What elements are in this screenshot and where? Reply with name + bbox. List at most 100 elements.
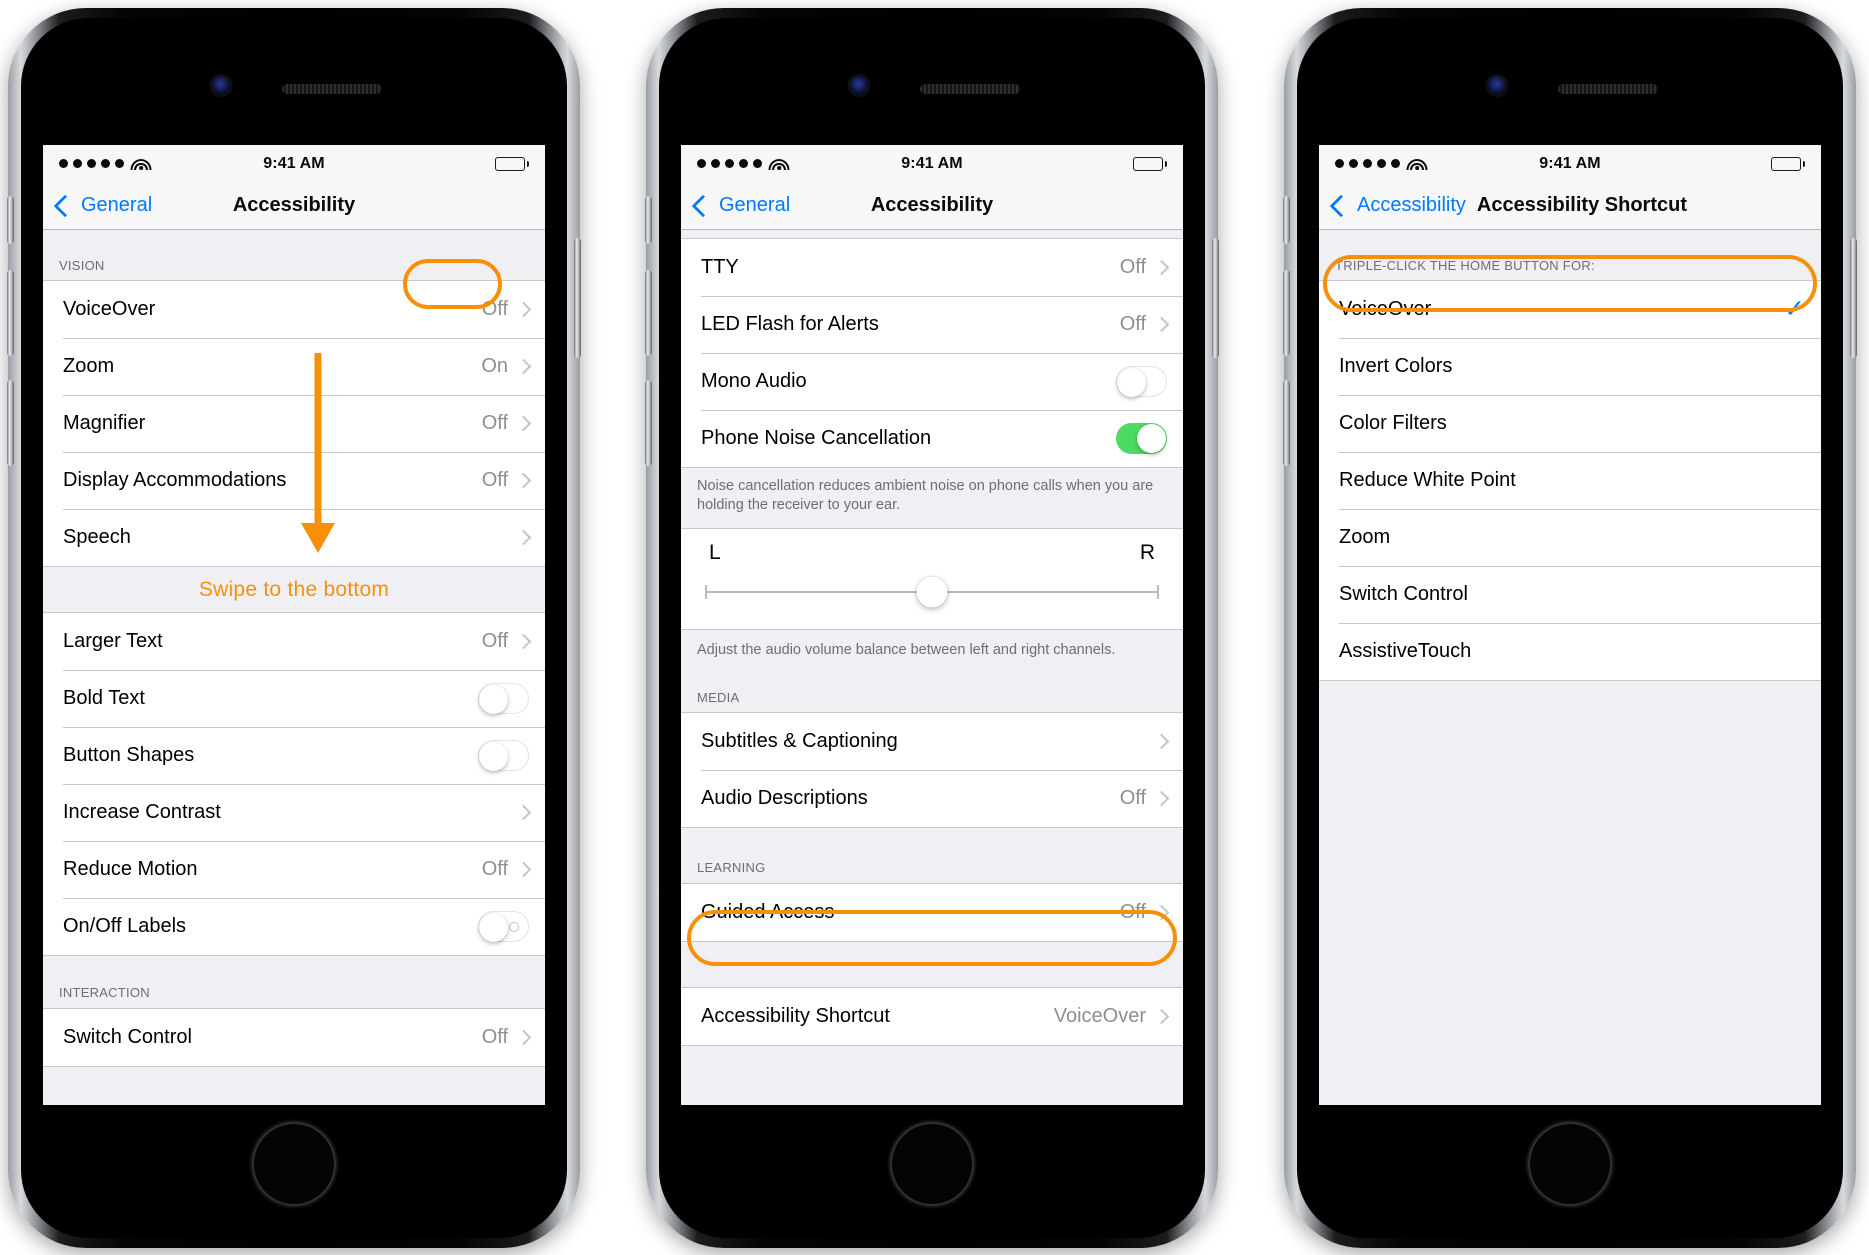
page-title: Accessibility bbox=[232, 194, 356, 216]
row-voiceover[interactable]: VoiceOver Off bbox=[43, 281, 545, 338]
row-increase-contrast[interactable]: Increase Contrast bbox=[43, 784, 545, 841]
group-learning-rows: Guided Access Off bbox=[681, 883, 1183, 942]
row-magnifier[interactable]: Magnifier Off bbox=[43, 395, 545, 452]
row-label: VoiceOver bbox=[63, 298, 156, 320]
earpiece-speaker bbox=[282, 84, 382, 94]
row-audio-descriptions[interactable]: Audio Descriptions Off bbox=[681, 770, 1183, 827]
row-led-flash[interactable]: LED Flash for Alerts Off bbox=[681, 296, 1183, 353]
row-option-color-filters[interactable]: Color Filters bbox=[1319, 395, 1821, 452]
row-display-accommodations[interactable]: Display Accommodations Off bbox=[43, 452, 545, 509]
row-guided-access[interactable]: Guided Access Off bbox=[681, 884, 1183, 941]
settings-table-1[interactable]: VISION VoiceOver Off Zoom On Magnifier O… bbox=[43, 230, 545, 1105]
volume-down-button[interactable] bbox=[645, 380, 652, 466]
nav-inline-group: Accessibility Accessibility Shortcut bbox=[1329, 194, 1687, 217]
row-option-zoom[interactable]: Zoom bbox=[1319, 509, 1821, 566]
volume-up-button[interactable] bbox=[1283, 270, 1290, 356]
toggle-button-shapes[interactable] bbox=[478, 740, 529, 771]
row-bold-text[interactable]: Bold Text bbox=[43, 670, 545, 727]
chevron-right-icon bbox=[1153, 904, 1170, 921]
status-time: 9:41 AM bbox=[1539, 154, 1601, 172]
home-button[interactable] bbox=[252, 1122, 336, 1206]
ring-switch[interactable] bbox=[1283, 196, 1290, 244]
volume-down-button[interactable] bbox=[7, 380, 14, 466]
row-label: Reduce White Point bbox=[1339, 469, 1516, 491]
checkmark-icon: ✓ bbox=[1784, 295, 1805, 323]
balance-labels: L R bbox=[703, 541, 1161, 565]
row-value: Off bbox=[1119, 901, 1146, 923]
row-value: Off bbox=[1119, 787, 1146, 809]
group-hearing-rows: TTY Off LED Flash for Alerts Off Mono Au… bbox=[681, 238, 1183, 468]
row-option-voiceover[interactable]: VoiceOver ✓ bbox=[1319, 281, 1821, 338]
row-larger-text[interactable]: Larger Text Off bbox=[43, 613, 545, 670]
row-label: On/Off Labels bbox=[63, 915, 187, 937]
row-label: Magnifier bbox=[63, 412, 146, 434]
row-label: Speech bbox=[63, 526, 131, 548]
row-label: Reduce Motion bbox=[63, 858, 198, 880]
toggle-bold-text[interactable] bbox=[478, 683, 529, 714]
row-label: LED Flash for Alerts bbox=[701, 313, 879, 335]
row-option-reduce-white-point[interactable]: Reduce White Point bbox=[1319, 452, 1821, 509]
group-media-rows: Subtitles & Captioning Audio Description… bbox=[681, 712, 1183, 828]
row-option-invert-colors[interactable]: Invert Colors bbox=[1319, 338, 1821, 395]
row-mono-audio[interactable]: Mono Audio bbox=[681, 353, 1183, 410]
chevron-right-icon bbox=[515, 529, 532, 546]
chevron-right-icon bbox=[1153, 1008, 1170, 1025]
row-option-switch-control[interactable]: Switch Control bbox=[1319, 566, 1821, 623]
row-phone-noise-cancellation[interactable]: Phone Noise Cancellation bbox=[681, 410, 1183, 467]
status-bar: 9:41 AM bbox=[43, 145, 545, 182]
row-label: Increase Contrast bbox=[63, 801, 221, 823]
home-button[interactable] bbox=[890, 1122, 974, 1206]
row-label: Bold Text bbox=[63, 687, 145, 709]
row-tty[interactable]: TTY Off bbox=[681, 239, 1183, 296]
home-button[interactable] bbox=[1528, 1122, 1612, 1206]
chevron-right-icon bbox=[1153, 733, 1170, 750]
row-label: Switch Control bbox=[1339, 583, 1468, 605]
chevron-right-icon bbox=[515, 472, 532, 489]
note-noise-cancellation: Noise cancellation reduces ambient noise… bbox=[681, 468, 1183, 528]
ring-switch[interactable] bbox=[645, 196, 652, 244]
row-reduce-motion[interactable]: Reduce Motion Off bbox=[43, 841, 545, 898]
screen-3: 9:41 AM Accessibility Accessibility Shor… bbox=[1319, 145, 1821, 1105]
earpiece-speaker bbox=[920, 84, 1020, 94]
row-on-off-labels[interactable]: On/Off Labels bbox=[43, 898, 545, 955]
row-button-shapes[interactable]: Button Shapes bbox=[43, 727, 545, 784]
volume-up-button[interactable] bbox=[645, 270, 652, 356]
page-title: Accessibility Shortcut bbox=[1476, 194, 1687, 216]
settings-table-3[interactable]: TRIPLE-CLICK THE HOME BUTTON FOR: VoiceO… bbox=[1319, 230, 1821, 1105]
iphone-device-1: 9:41 AM General Accessibility VISION Voi… bbox=[7, 8, 581, 1248]
row-label: Zoom bbox=[63, 355, 115, 377]
power-button[interactable] bbox=[574, 238, 581, 358]
screenshot-stage: 9:41 AM General Accessibility VISION Voi… bbox=[0, 0, 1869, 1255]
battery-icon bbox=[1771, 156, 1805, 171]
earpiece-speaker bbox=[1558, 84, 1658, 94]
power-button[interactable] bbox=[1212, 238, 1219, 358]
row-speech[interactable]: Speech bbox=[43, 509, 545, 566]
row-option-assistivetouch[interactable]: AssistiveTouch bbox=[1319, 623, 1821, 680]
status-bar: 9:41 AM bbox=[681, 145, 1183, 182]
volume-up-button[interactable] bbox=[7, 270, 14, 356]
row-value: Off bbox=[481, 469, 508, 491]
front-camera-icon bbox=[849, 76, 869, 95]
row-label: Switch Control bbox=[63, 1026, 192, 1048]
chevron-right-icon bbox=[1153, 790, 1170, 807]
ring-switch[interactable] bbox=[7, 196, 14, 244]
audio-balance-slider[interactable]: L R bbox=[681, 528, 1183, 630]
row-label: Guided Access bbox=[701, 901, 835, 923]
slider-thumb[interactable] bbox=[916, 576, 948, 608]
row-label: Display Accommodations bbox=[63, 469, 287, 491]
chevron-left-icon[interactable] bbox=[1329, 194, 1353, 217]
volume-down-button[interactable] bbox=[1283, 380, 1290, 466]
toggle-on-off-labels[interactable] bbox=[478, 911, 529, 942]
toggle-phone-noise-cancellation[interactable] bbox=[1116, 423, 1167, 454]
chevron-right-icon bbox=[515, 301, 532, 318]
row-accessibility-shortcut[interactable]: Accessibility Shortcut VoiceOver bbox=[681, 988, 1183, 1045]
back-button-accessibility[interactable]: Accessibility bbox=[1357, 194, 1466, 217]
toggle-mono-audio[interactable] bbox=[1116, 366, 1167, 397]
row-subtitles-captioning[interactable]: Subtitles & Captioning bbox=[681, 713, 1183, 770]
slider-track-wrap[interactable] bbox=[703, 573, 1161, 611]
power-button[interactable] bbox=[1850, 238, 1857, 358]
settings-table-2[interactable]: TTY Off LED Flash for Alerts Off Mono Au… bbox=[681, 230, 1183, 1105]
row-switch-control[interactable]: Switch Control Off bbox=[43, 1009, 545, 1066]
row-zoom[interactable]: Zoom On bbox=[43, 338, 545, 395]
chevron-right-icon bbox=[515, 358, 532, 375]
